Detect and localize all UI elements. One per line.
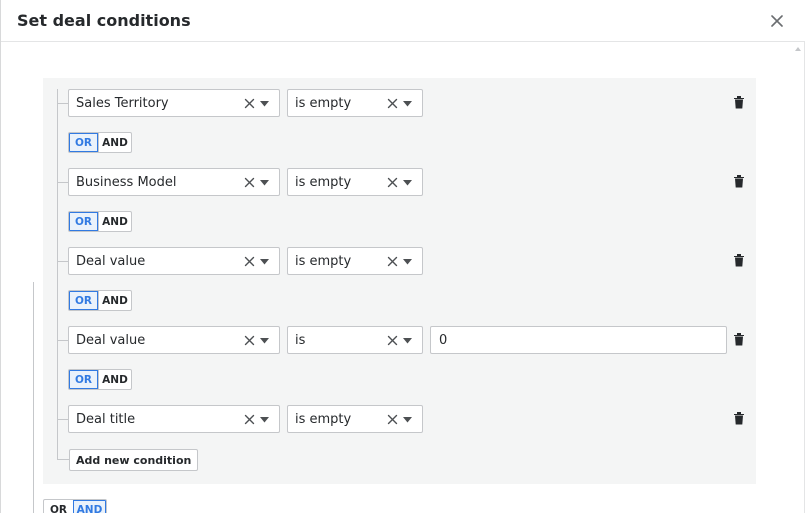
field-select-value: Deal title: [76, 412, 136, 427]
chevron-down-icon[interactable]: [260, 338, 269, 344]
operator-select-value: is: [295, 333, 306, 348]
logic-toggle-2: OR AND: [68, 211, 132, 232]
chevron-down-icon[interactable]: [260, 259, 269, 265]
logic-toggle-1: OR AND: [68, 132, 132, 153]
trash-icon[interactable]: [733, 411, 745, 425]
operator-select-1[interactable]: is empty: [287, 89, 423, 117]
clear-icon[interactable]: [244, 98, 255, 109]
operator-select-5[interactable]: is empty: [287, 405, 423, 433]
trash-icon[interactable]: [733, 332, 745, 346]
field-select-value: Sales Territory: [76, 96, 169, 111]
operator-select-value: is empty: [295, 412, 352, 427]
chevron-down-icon[interactable]: [403, 417, 412, 423]
chevron-down-icon[interactable]: [260, 101, 269, 107]
close-button[interactable]: [767, 11, 787, 31]
field-select-value: Business Model: [76, 175, 177, 190]
chevron-down-icon[interactable]: [260, 417, 269, 423]
chevron-down-icon[interactable]: [403, 259, 412, 265]
chevron-down-icon[interactable]: [403, 101, 412, 107]
operator-select-value: is empty: [295, 175, 352, 190]
modal-title: Set deal conditions: [17, 11, 191, 30]
trash-icon[interactable]: [733, 174, 745, 188]
clear-icon[interactable]: [244, 414, 255, 425]
field-select-value: Deal value: [76, 333, 146, 348]
modal-header: Set deal conditions: [1, 0, 805, 42]
operator-select-3[interactable]: is empty: [287, 247, 423, 275]
chevron-down-icon[interactable]: [403, 338, 412, 344]
outer-logic-toggle: OR AND: [43, 499, 107, 513]
clear-icon[interactable]: [387, 98, 398, 109]
logic-toggle-4: OR AND: [68, 369, 132, 390]
chevron-down-icon[interactable]: [403, 180, 412, 186]
operator-select-2[interactable]: is empty: [287, 168, 423, 196]
clear-icon[interactable]: [387, 177, 398, 188]
operator-select-value: is empty: [295, 96, 352, 111]
clear-icon[interactable]: [244, 256, 255, 267]
operator-select-value: is empty: [295, 254, 352, 269]
chevron-down-icon[interactable]: [260, 180, 269, 186]
or-option[interactable]: OR: [69, 212, 98, 231]
group-connector-line: [57, 89, 58, 459]
and-option[interactable]: AND: [98, 370, 131, 389]
close-icon: [771, 15, 783, 27]
logic-toggle-3: OR AND: [68, 290, 132, 311]
condition-value-input[interactable]: [430, 326, 727, 354]
row-connector: [57, 459, 69, 460]
field-select-1[interactable]: Sales Territory: [68, 89, 280, 117]
or-option[interactable]: OR: [69, 291, 98, 310]
field-select-value: Deal value: [76, 254, 146, 269]
scroll-up-icon[interactable]: [793, 44, 803, 54]
field-select-5[interactable]: Deal title: [68, 405, 280, 433]
field-select-4[interactable]: Deal value: [68, 326, 280, 354]
clear-icon[interactable]: [387, 335, 398, 346]
or-option[interactable]: OR: [69, 370, 98, 389]
add-new-condition-button[interactable]: Add new condition: [69, 449, 199, 471]
and-option[interactable]: AND: [98, 133, 131, 152]
trash-icon[interactable]: [733, 253, 745, 267]
and-option[interactable]: AND: [98, 291, 131, 310]
clear-icon[interactable]: [387, 256, 398, 267]
clear-icon[interactable]: [244, 177, 255, 188]
clear-icon[interactable]: [387, 414, 398, 425]
set-deal-conditions-modal: Set deal conditions Sales Territory is e…: [0, 0, 805, 513]
and-option[interactable]: AND: [98, 212, 131, 231]
field-select-3[interactable]: Deal value: [68, 247, 280, 275]
outer-connector-line: [33, 282, 34, 513]
or-option[interactable]: OR: [69, 133, 98, 152]
clear-icon[interactable]: [244, 335, 255, 346]
or-option[interactable]: OR: [44, 500, 73, 513]
trash-icon[interactable]: [733, 95, 745, 109]
field-select-2[interactable]: Business Model: [68, 168, 280, 196]
and-option[interactable]: AND: [73, 500, 106, 513]
operator-select-4[interactable]: is: [287, 326, 423, 354]
